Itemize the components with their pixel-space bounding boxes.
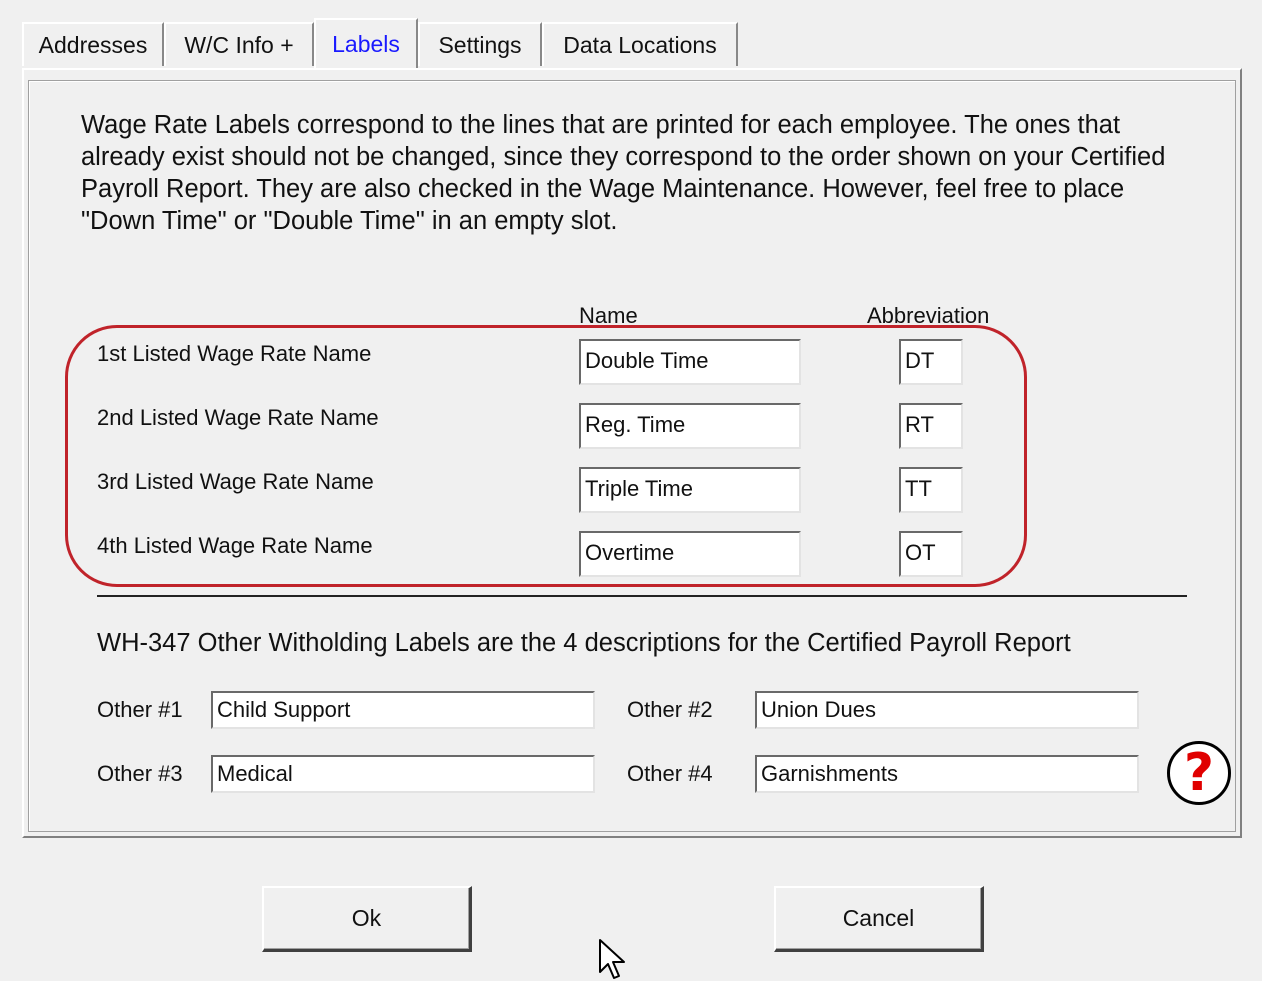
wage-rate-3-abbr-input[interactable]: TT xyxy=(899,467,963,513)
labels-dialog: Addresses W/C Info + Labels Settings Dat… xyxy=(8,8,1258,979)
question-mark-icon[interactable]: ? xyxy=(1167,741,1231,805)
wage-rate-4-label: 4th Listed Wage Rate Name xyxy=(97,533,373,558)
tab-wc-info[interactable]: W/C Info + xyxy=(164,22,314,66)
wage-rate-1-abbr-input[interactable]: DT xyxy=(899,339,963,385)
wage-rate-4-abbr-input[interactable]: OT xyxy=(899,531,963,577)
tab-addresses[interactable]: Addresses xyxy=(22,22,164,66)
section-divider xyxy=(97,595,1187,597)
other-1-input[interactable]: Child Support xyxy=(211,691,595,729)
tab-settings[interactable]: Settings xyxy=(418,22,542,66)
other-2-label: Other #2 xyxy=(627,697,713,722)
other-3-input[interactable]: Medical xyxy=(211,755,595,793)
ok-button[interactable]: Ok xyxy=(262,886,472,952)
wage-rate-2-name-input[interactable]: Reg. Time xyxy=(579,403,801,449)
wage-rate-1-name-input[interactable]: Double Time xyxy=(579,339,801,385)
wage-rate-2-abbr-input[interactable]: RT xyxy=(899,403,963,449)
intro-text: Wage Rate Labels correspond to the lines… xyxy=(81,111,1166,235)
tab-labels[interactable]: Labels xyxy=(314,18,418,68)
wage-rate-3-label: 3rd Listed Wage Rate Name xyxy=(97,469,374,494)
other-withholding-heading: WH-347 Other Witholding Labels are the 4… xyxy=(97,629,1071,657)
mouse-cursor-icon xyxy=(599,939,625,979)
other-1-label: Other #1 xyxy=(97,697,183,722)
labels-panel: Wage Rate Labels correspond to the lines… xyxy=(22,68,1242,838)
wage-rate-1-label: 1st Listed Wage Rate Name xyxy=(97,341,372,366)
wage-rate-3-name-input[interactable]: Triple Time xyxy=(579,467,801,513)
wage-rate-2-label: 2nd Listed Wage Rate Name xyxy=(97,405,379,430)
other-2-input[interactable]: Union Dues xyxy=(755,691,1139,729)
other-4-label: Other #4 xyxy=(627,761,713,786)
other-3-label: Other #3 xyxy=(97,761,183,786)
cancel-button[interactable]: Cancel xyxy=(774,886,984,952)
other-4-input[interactable]: Garnishments xyxy=(755,755,1139,793)
panel-frame: Wage Rate Labels correspond to the lines… xyxy=(28,80,1236,832)
tab-data-locations[interactable]: Data Locations xyxy=(542,22,738,66)
wage-rate-4-name-input[interactable]: Overtime xyxy=(579,531,801,577)
